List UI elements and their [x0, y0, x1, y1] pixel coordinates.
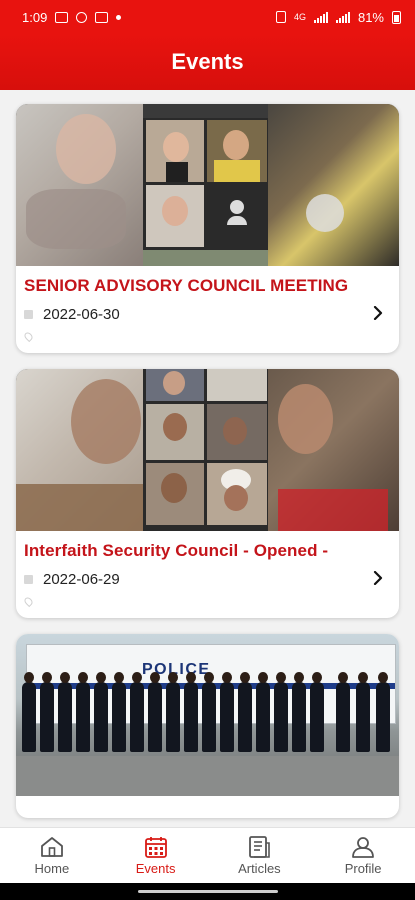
nav-home-label: Home: [34, 861, 70, 876]
calendar-icon: [24, 310, 33, 319]
calendar-icon: [144, 837, 167, 858]
signal-2-icon: [335, 11, 350, 23]
event-title: Interfaith Security Council - Opened -: [24, 541, 329, 560]
nav-articles-label: Articles: [238, 861, 281, 876]
event-card[interactable]: Interfaith Security Council - Opened - 2…: [16, 369, 399, 618]
home-indicator[interactable]: [138, 890, 278, 893]
page-title: Events: [171, 49, 244, 74]
event-date: 2022-06-29: [43, 571, 120, 588]
status-bar: 1:09 4G 81%: [0, 0, 415, 34]
signal-icon: [313, 11, 328, 23]
status-time: 1:09: [22, 9, 48, 25]
event-card-body: SENIOR ADVISORY COUNCIL MEETING 2022-06-…: [16, 266, 399, 353]
nav-events[interactable]: Events: [106, 835, 206, 876]
location-pin-icon: [22, 595, 35, 608]
nav-events-label: Events: [135, 861, 176, 876]
location-pin-icon: [22, 330, 35, 343]
event-date: 2022-06-30: [43, 306, 120, 323]
event-image: [16, 369, 399, 531]
officers-group: [16, 672, 399, 762]
event-image: [16, 104, 399, 266]
nav-profile[interactable]: Profile: [313, 835, 413, 876]
app-header: Events: [0, 34, 415, 90]
notification-dot-icon: [116, 14, 122, 20]
chevron-right-icon[interactable]: [371, 571, 385, 585]
event-title: SENIOR ADVISORY COUNCIL MEETING: [24, 276, 349, 295]
status-left: 1:09: [22, 9, 122, 25]
nav-articles[interactable]: Articles: [209, 835, 309, 876]
message-icon: [95, 11, 109, 23]
gallery-icon: [55, 11, 69, 23]
status-right: 4G 81%: [275, 9, 401, 25]
event-date-row: 2022-06-29: [24, 571, 389, 588]
nav-home[interactable]: Home: [2, 835, 102, 876]
battery-icon: [392, 10, 401, 24]
calendar-icon: [24, 575, 33, 584]
articles-icon: [249, 836, 271, 858]
battery-percent: 81%: [357, 9, 384, 25]
event-card[interactable]: SENIOR ADVISORY COUNCIL MEETING 2022-06-…: [16, 104, 399, 353]
vibrate-icon: [275, 11, 286, 23]
nav-profile-label: Profile: [344, 861, 382, 876]
bottom-nav: Home Events Articles Profile: [0, 827, 415, 883]
event-card-body: Interfaith Security Council - Opened - 2…: [16, 531, 399, 618]
event-card-body: [16, 796, 399, 818]
network-type: 4G: [293, 12, 306, 22]
home-icon: [40, 837, 63, 857]
event-card[interactable]: POLICE: [16, 634, 399, 818]
profile-icon: [352, 837, 375, 858]
events-list[interactable]: SENIOR ADVISORY COUNCIL MEETING 2022-06-…: [0, 90, 415, 827]
missed-call-icon: [76, 11, 88, 23]
chevron-right-icon[interactable]: [371, 306, 385, 320]
event-date-row: 2022-06-30: [24, 306, 389, 323]
event-image: POLICE: [16, 634, 399, 796]
